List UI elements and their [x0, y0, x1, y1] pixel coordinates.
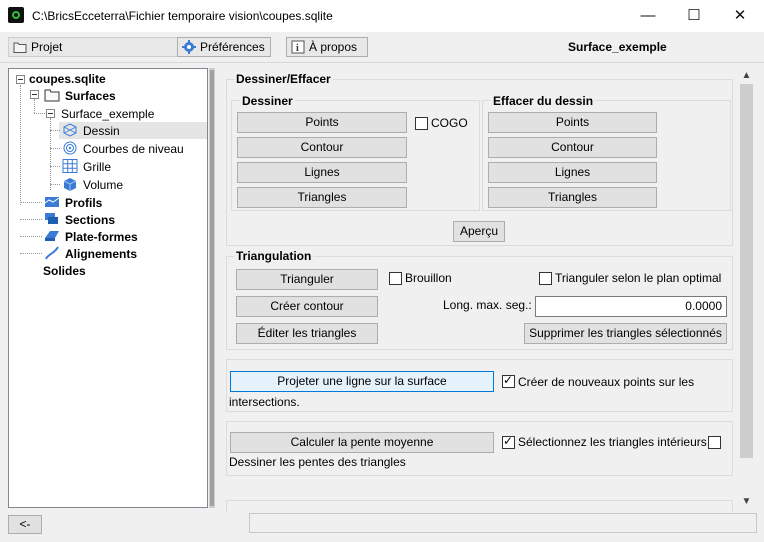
tree-line [34, 113, 45, 114]
cogo-checkbox[interactable] [415, 117, 428, 130]
preferences-label: Préférences [200, 40, 265, 54]
close-button[interactable]: ✕ [717, 0, 763, 32]
tree-item-surface-exemple[interactable]: Surface_exemple [61, 107, 154, 121]
maximize-button[interactable]: ☐ [671, 0, 717, 32]
dessiner-effacer-title: Dessiner/Effacer [234, 72, 333, 86]
app-icon [8, 7, 24, 23]
dessiner-title: Dessiner [240, 94, 295, 108]
tree-line [20, 236, 42, 237]
tree-item-surfaces[interactable]: Surfaces [65, 89, 116, 103]
supprimer-triangles-button[interactable]: Supprimer les triangles sélectionnés [524, 323, 727, 344]
platform-icon [45, 231, 59, 241]
cogo-label: COGO [431, 116, 468, 130]
tree-item-alignements[interactable]: Alignements [65, 247, 137, 261]
surface-title: Surface_exemple [568, 40, 667, 54]
collapse-icon[interactable] [46, 109, 55, 118]
status-bar [249, 513, 757, 533]
tree-line [20, 219, 42, 220]
alignment-icon [45, 246, 59, 260]
effacer-lignes-button[interactable]: Lignes [488, 162, 657, 183]
scroll-down-icon[interactable]: ▼ [738, 494, 755, 510]
project-tree[interactable]: coupes.sqlite Surfaces Surface_exemple D… [8, 68, 208, 508]
next-group [226, 500, 733, 512]
trianguler-button[interactable]: Trianguler [236, 269, 378, 290]
folder-open-icon [44, 89, 60, 102]
editer-triangles-button[interactable]: Éditer les triangles [236, 323, 378, 344]
creer-contour-button[interactable]: Créer contour [236, 296, 378, 317]
dessiner-lignes-button[interactable]: Lignes [237, 162, 407, 183]
cube-wireframe-icon [63, 123, 77, 137]
info-icon: i [291, 40, 305, 54]
scroll-up-icon[interactable]: ▲ [738, 68, 755, 84]
tree-root[interactable]: coupes.sqlite [29, 72, 106, 86]
window-title: C:\BricsEcceterra\Fichier temporaire vis… [32, 9, 333, 23]
apropos-label: À propos [309, 40, 358, 54]
apercu-button[interactable]: Aperçu [453, 221, 505, 242]
apropos-button[interactable]: i À propos [286, 37, 368, 57]
projeter-button[interactable]: Projeter une ligne sur la surface [230, 371, 494, 392]
effacer-contour-button[interactable]: Contour [488, 137, 657, 158]
tree-line [20, 202, 42, 203]
tree-item-dessin[interactable]: Dessin [83, 124, 120, 138]
toolbar-divider [0, 62, 764, 63]
plan-optimal-label: Trianguler selon le plan optimal [555, 271, 722, 285]
tree-line [50, 118, 51, 190]
nouveaux-points-checkbox[interactable] [502, 373, 515, 388]
back-button[interactable]: <- [8, 515, 42, 534]
svg-text:i: i [296, 43, 299, 54]
plan-optimal-checkbox[interactable] [539, 272, 552, 285]
tree-item-solides[interactable]: Solides [43, 264, 86, 278]
brouillon-label: Brouillon [405, 271, 452, 285]
nouveaux-points-label: Créer de nouveaux points sur les [518, 375, 695, 389]
brouillon-checkbox[interactable] [389, 272, 402, 285]
projet-label: Projet [31, 40, 63, 54]
dessiner-contour-button[interactable]: Contour [237, 137, 407, 158]
tree-line [20, 85, 21, 205]
triangulation-title: Triangulation [234, 249, 314, 263]
triangles-interieurs-checkbox[interactable] [502, 434, 515, 449]
volume-cube-icon [63, 178, 77, 191]
tree-item-profils[interactable]: Profils [65, 196, 102, 210]
tree-line [50, 130, 60, 131]
main-scroll-thumb[interactable] [740, 84, 753, 458]
minimize-button[interactable]: — [625, 0, 671, 32]
collapse-icon[interactable] [30, 90, 39, 99]
tree-line [50, 184, 60, 185]
tree-line [20, 253, 42, 254]
preferences-button[interactable]: Préférences [177, 37, 271, 57]
tree-item-courbes[interactable]: Courbes de niveau [83, 142, 184, 156]
sections-icon [45, 213, 58, 224]
folder-icon [13, 42, 27, 53]
tree-item-grille[interactable]: Grille [83, 160, 111, 174]
tree-item-sections[interactable]: Sections [65, 213, 115, 227]
selected-row [59, 122, 207, 139]
long-max-input[interactable]: 0.0000 [535, 296, 727, 317]
effacer-title: Effacer du dessin [491, 94, 596, 108]
tree-line [50, 148, 60, 149]
nouveaux-points-label-cont: intersections. [229, 395, 300, 409]
effacer-triangles-button[interactable]: Triangles [488, 187, 657, 208]
effacer-points-button[interactable]: Points [488, 112, 657, 133]
profile-icon [44, 197, 60, 207]
pentes-triangles-checkbox[interactable] [708, 436, 721, 449]
contour-lines-icon [63, 141, 77, 155]
tree-line [34, 99, 35, 113]
gear-icon [182, 40, 196, 54]
tree-item-plateformes[interactable]: Plate-formes [65, 230, 138, 244]
tree-scroll-thumb[interactable] [210, 70, 214, 506]
pentes-triangles-label: Dessiner les pentes des triangles [229, 455, 406, 469]
dessiner-triangles-button[interactable]: Triangles [237, 187, 407, 208]
pente-moyenne-button[interactable]: Calculer la pente moyenne [230, 432, 494, 453]
triangles-interieurs-label: Sélectionnez les triangles intérieurs [518, 435, 707, 449]
tree-item-volume[interactable]: Volume [83, 178, 123, 192]
grid-icon [62, 159, 78, 173]
tree-line [50, 166, 60, 167]
collapse-icon[interactable] [16, 75, 25, 84]
dessiner-points-button[interactable]: Points [237, 112, 407, 133]
long-max-label: Long. max. seg.: [443, 298, 532, 312]
